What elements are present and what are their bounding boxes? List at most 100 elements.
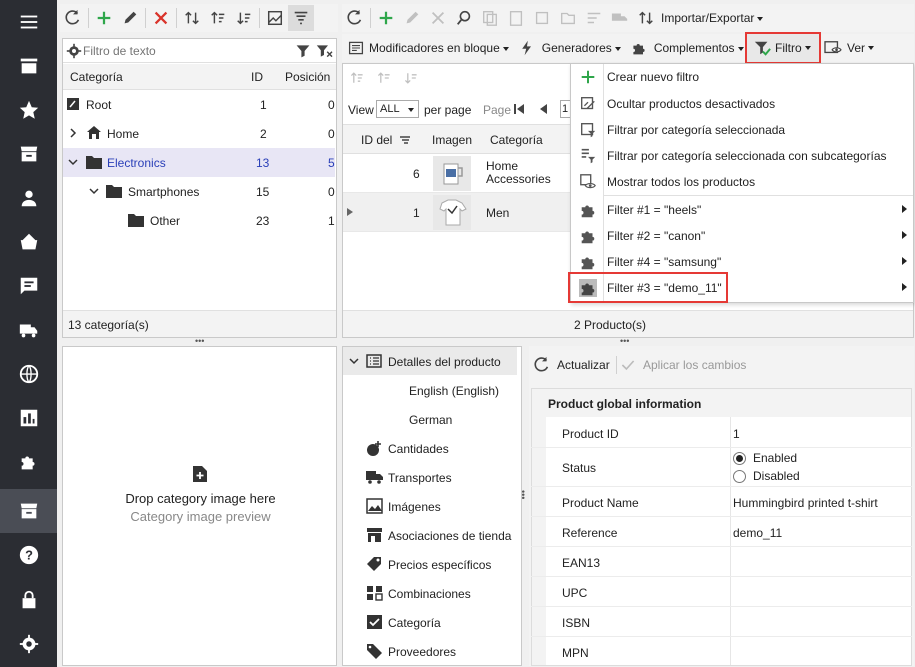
chart-icon[interactable] [0, 396, 57, 440]
store-icon[interactable] [0, 44, 57, 88]
puzzle-icon[interactable] [0, 440, 57, 484]
paste-icon[interactable] [503, 5, 529, 31]
submenu-arrow-icon [902, 257, 907, 265]
column-category[interactable]: Categoría [70, 70, 123, 84]
image-icon[interactable] [262, 5, 288, 31]
menu-item-filter-category[interactable]: Filtrar por categoría seleccionada [571, 117, 913, 143]
delete-icon[interactable] [425, 5, 451, 31]
copy-icon[interactable] [477, 5, 503, 31]
chevron-down-icon[interactable] [68, 158, 78, 166]
vertical-splitter-handle[interactable]: ••• [518, 490, 528, 510]
tree-row-selected[interactable]: Electronics 13 5 [63, 148, 335, 177]
sort-icon[interactable] [179, 5, 205, 31]
chevron-right-icon[interactable] [69, 128, 77, 138]
truck-icon[interactable] [607, 5, 633, 31]
tree-row[interactable]: Root 1 0 [63, 90, 335, 119]
radio-label: Enabled [753, 451, 798, 465]
chevron-down-icon[interactable] [89, 187, 99, 195]
catalog-icon[interactable] [0, 489, 57, 533]
property-value[interactable]: Hummingbird printed t-shirt [733, 496, 878, 510]
tree-row[interactable]: Home 2 0 [63, 119, 335, 148]
add-image-icon[interactable] [192, 465, 208, 483]
menu-item-hide-disabled[interactable]: Ocultar productos desactivados [571, 91, 913, 117]
box-icon[interactable] [0, 132, 57, 176]
filter-sort-icon[interactable] [288, 5, 314, 31]
addons-menu[interactable]: Complementos [654, 41, 744, 55]
menu-item-show-all[interactable]: Mostrar todos los productos [571, 169, 913, 195]
menu-item-filter-1[interactable]: Filter #1 = "heels" [571, 197, 913, 223]
refresh-icon[interactable] [342, 5, 368, 31]
clear-filter-icon[interactable] [315, 43, 333, 59]
category-position: 5 [328, 156, 335, 170]
mass-edit-icon[interactable] [581, 5, 607, 31]
sort-indicator-icon[interactable] [399, 135, 411, 145]
help-icon[interactable]: ? [0, 533, 57, 577]
view-count-select[interactable]: ALL [376, 100, 419, 118]
star-icon[interactable] [0, 88, 57, 132]
sort-asc-icon[interactable] [349, 70, 365, 86]
move-up-icon[interactable] [205, 5, 231, 31]
details-tree-item-german[interactable]: German [409, 413, 452, 427]
menu-item-filter-subcategories[interactable]: Filtrar por categoría seleccionada con s… [571, 143, 913, 169]
previous-page-icon[interactable] [538, 103, 548, 115]
status-enabled-radio[interactable]: Enabled [733, 451, 797, 465]
filter-icon[interactable] [295, 43, 311, 59]
column-position[interactable]: Posición [285, 70, 330, 84]
column-id[interactable]: ID del [361, 133, 392, 147]
bulk-modifiers-menu[interactable]: Modificadores en bloque [369, 41, 509, 55]
gear-icon[interactable] [0, 622, 57, 666]
first-page-icon[interactable] [513, 103, 525, 115]
import-export-menu[interactable]: Importar/Exportar [661, 11, 764, 25]
tree-row[interactable]: Other 23 1 [63, 206, 335, 235]
splitter-handle[interactable]: ••• [195, 337, 205, 346]
generators-menu[interactable]: Generadores [542, 41, 621, 55]
column-category[interactable]: Categoría [490, 133, 543, 147]
menu-item-create-filter[interactable]: Crear nuevo filtro [571, 64, 913, 90]
property-row-product-name: Product Name Hummingbird printed t-shirt [531, 487, 912, 517]
menu-item-filter-2[interactable]: Filter #2 = "canon" [571, 223, 913, 249]
gear-icon[interactable] [66, 43, 82, 59]
category-filter-input[interactable] [83, 42, 293, 60]
move-icon[interactable] [555, 5, 581, 31]
message-icon[interactable] [0, 264, 57, 308]
details-tree-label: Precios específicos [388, 558, 492, 572]
edit-icon[interactable] [399, 5, 425, 31]
move-down-icon[interactable] [403, 70, 419, 86]
move-up-icon[interactable] [376, 70, 392, 86]
table-row[interactable]: 6 Home Accessories [343, 154, 571, 193]
status-disabled-radio[interactable]: Disabled [733, 469, 800, 483]
lock-icon[interactable] [0, 578, 57, 622]
property-value[interactable]: 1 [733, 427, 740, 441]
apply-changes-button[interactable]: Aplicar los cambios [620, 352, 746, 378]
details-tree-item-english[interactable]: English (English) [409, 384, 499, 398]
column-id[interactable]: ID [251, 70, 263, 84]
property-value[interactable]: demo_11 [733, 526, 782, 540]
refresh-icon[interactable] [60, 5, 86, 31]
chevron-down-icon[interactable] [349, 357, 359, 365]
filter-button[interactable]: Filtro [745, 32, 821, 64]
duplicate-icon[interactable] [529, 5, 555, 31]
add-icon[interactable] [373, 5, 399, 31]
price-tag-icon [367, 557, 381, 571]
table-row-selected[interactable]: 1 Men [343, 193, 571, 232]
splitter-handle[interactable]: ••• [620, 337, 630, 346]
add-icon[interactable] [91, 5, 117, 31]
menu-icon[interactable] [0, 0, 57, 44]
user-icon[interactable] [0, 176, 57, 220]
sort-icon[interactable] [633, 5, 659, 31]
truck-icon[interactable] [0, 308, 57, 352]
globe-icon[interactable] [0, 352, 57, 396]
basket-icon[interactable] [0, 220, 57, 264]
page-number-value: 1 [562, 103, 569, 115]
search-icon[interactable] [451, 5, 477, 31]
column-image[interactable]: Imagen [432, 133, 472, 147]
view-menu[interactable]: Ver [824, 38, 875, 58]
refresh-button[interactable]: Actualizar [533, 352, 610, 378]
move-down-icon[interactable] [231, 5, 257, 31]
edit-icon[interactable] [117, 5, 143, 31]
tree-row[interactable]: Smartphones 15 0 [63, 177, 335, 206]
details-tree-item-selected[interactable]: Detalles del producto [343, 347, 517, 375]
delete-icon[interactable] [148, 5, 174, 31]
toolbar-divider [370, 8, 371, 28]
property-label: EAN13 [562, 556, 601, 570]
